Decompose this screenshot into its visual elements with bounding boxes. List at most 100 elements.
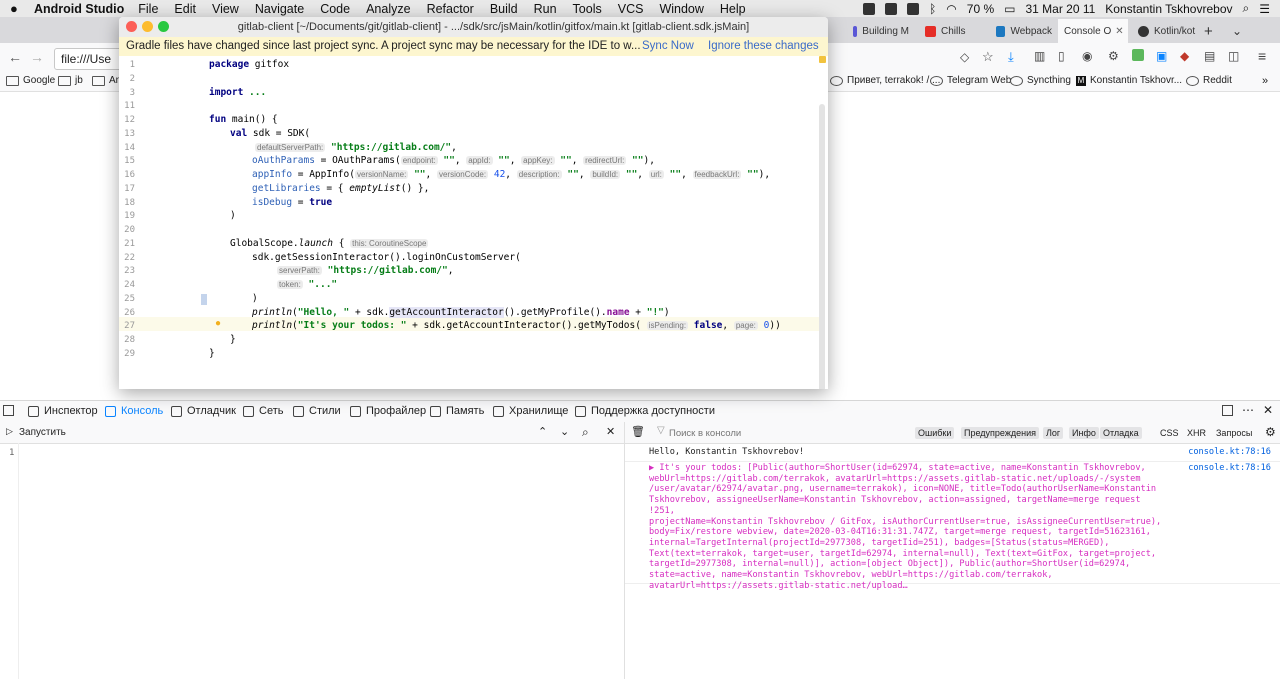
editor-scrollbar[interactable] xyxy=(819,104,825,389)
filter-xhr[interactable]: XHR xyxy=(1187,428,1206,438)
status-app-icon[interactable] xyxy=(885,2,898,15)
lightbulb-icon[interactable]: ● xyxy=(215,318,221,329)
forward-icon[interactable]: → xyxy=(30,49,44,65)
console-filter-input[interactable] xyxy=(667,425,911,441)
menu-refactor[interactable]: Refactor xyxy=(427,2,474,16)
clock[interactable]: 31 Mar 20 11 xyxy=(1025,2,1095,16)
filter-warnings[interactable]: Предупреждения xyxy=(961,427,1039,439)
tab-close-icon[interactable]: ✕ xyxy=(1115,26,1123,37)
apple-icon[interactable]: ● xyxy=(10,1,24,16)
account-icon[interactable]: ◉ xyxy=(1082,49,1092,63)
tab-console[interactable]: Console O ✕ xyxy=(1058,19,1128,43)
console-editor-input[interactable] xyxy=(19,443,624,679)
bookmark-syncthing[interactable]: Syncthing xyxy=(1010,75,1071,86)
tab-storage[interactable]: Хранилище xyxy=(493,405,568,417)
filter-info[interactable]: Инфо xyxy=(1069,427,1099,439)
bookmark-star-icon[interactable]: ☆ xyxy=(982,49,994,65)
extension-icon[interactable]: ▣ xyxy=(1156,49,1167,63)
more-options-icon[interactable]: ⋯ xyxy=(1242,403,1254,417)
user-name[interactable]: Konstantin Tskhovrebov xyxy=(1105,2,1232,16)
download-icon[interactable]: ⤓ xyxy=(1008,49,1014,65)
menu-navigate[interactable]: Navigate xyxy=(255,2,304,16)
new-tab-icon[interactable]: + xyxy=(1204,19,1224,43)
bookmark-jb[interactable]: jb xyxy=(58,75,83,86)
close-icon[interactable]: ✕ xyxy=(1263,403,1273,417)
hamburger-menu-icon[interactable]: ≡ xyxy=(1258,48,1266,64)
filter-css[interactable]: CSS xyxy=(1160,428,1179,438)
close-editor-icon[interactable]: ✕ xyxy=(606,425,615,438)
menu-run[interactable]: Run xyxy=(534,2,557,16)
tab-chills[interactable]: Chills xyxy=(917,19,981,43)
tab-network[interactable]: Сеть xyxy=(243,405,283,417)
menu-vcs[interactable]: VCS xyxy=(618,2,644,16)
wifi-icon[interactable]: ◠ xyxy=(946,2,956,16)
tab-console[interactable]: Консоль xyxy=(105,405,163,417)
filter-errors[interactable]: Ошибки xyxy=(915,427,955,439)
window-titlebar[interactable]: gitlab-client [~/Documents/git/gitlab-cl… xyxy=(119,17,828,38)
menu-analyze[interactable]: Analyze xyxy=(366,2,410,16)
run-icon[interactable]: ▷ xyxy=(6,426,13,437)
battery-text[interactable]: 70 % xyxy=(967,2,994,16)
menu-window[interactable]: Window xyxy=(659,2,703,16)
search-icon[interactable]: ⌕ xyxy=(582,425,589,440)
spotlight-icon[interactable]: ⌕ xyxy=(1243,1,1250,16)
tab-inspector[interactable]: Инспектор xyxy=(28,405,98,417)
tab-styles[interactable]: Стили xyxy=(293,405,341,417)
menu-edit[interactable]: Edit xyxy=(174,2,196,16)
code-editor[interactable]: ● 1 2 3 11 12 13 14 15 16 17 18 19 20 21… xyxy=(119,56,828,389)
menu-build[interactable]: Build xyxy=(490,2,518,16)
extension-icon[interactable]: ▤ xyxy=(1204,49,1215,63)
gear-icon[interactable]: ⚙ xyxy=(1265,425,1276,439)
extension-icon[interactable] xyxy=(1132,49,1144,61)
dock-icon[interactable] xyxy=(1222,405,1233,416)
maximize-window-icon[interactable] xyxy=(158,21,169,32)
filter-requests[interactable]: Запросы xyxy=(1216,428,1252,438)
tab-accessibility[interactable]: Поддержка доступности xyxy=(575,405,715,417)
message-source-link[interactable]: console.kt:78:16 xyxy=(1188,447,1271,458)
tab-webpack[interactable]: Webpack xyxy=(988,19,1052,43)
tab-debugger[interactable]: Отладчик xyxy=(171,405,236,417)
app-name[interactable]: Android Studio xyxy=(34,2,124,16)
sidebar-icon[interactable]: ▯ xyxy=(1058,49,1065,63)
extension-icon[interactable]: ◆ xyxy=(1180,49,1189,63)
extension-icon[interactable]: ⚙ xyxy=(1108,49,1119,63)
filter-debug[interactable]: Отладка xyxy=(1100,427,1142,439)
menu-help[interactable]: Help xyxy=(720,2,746,16)
tab-list-icon[interactable]: ⌄ xyxy=(1232,19,1252,43)
back-icon[interactable]: ← xyxy=(8,49,22,65)
ignore-changes-link[interactable]: Ignore these changes xyxy=(708,37,819,56)
chevron-up-icon[interactable]: ⌃ xyxy=(538,425,547,438)
bookmark-telegram-chat[interactable]: Привет, terrakok! / ... xyxy=(830,75,940,86)
extension-icon[interactable]: ◫ xyxy=(1228,49,1239,63)
filter-logs[interactable]: Лог xyxy=(1043,427,1064,439)
menu-view[interactable]: View xyxy=(212,2,239,16)
chevron-down-icon[interactable]: ⌄ xyxy=(560,425,569,438)
menu-file[interactable]: File xyxy=(138,2,158,16)
status-app-icon[interactable] xyxy=(907,2,920,15)
library-icon[interactable]: ▥ xyxy=(1034,49,1045,63)
menu-code[interactable]: Code xyxy=(320,2,350,16)
console-message[interactable]: ▶ It's your todos: [Public(author=ShortU… xyxy=(625,463,1280,591)
tab-profiler[interactable]: Профайлер xyxy=(350,405,426,417)
message-source-link[interactable]: console.kt:78:16 xyxy=(1188,463,1271,474)
bookmark-reddit[interactable]: Reddit xyxy=(1186,75,1232,86)
tab-building[interactable]: Building M xyxy=(845,19,909,43)
bookmarks-overflow-icon[interactable]: » xyxy=(1262,75,1268,87)
trash-icon[interactable]: 🗑 xyxy=(631,425,645,438)
battery-icon[interactable]: ▭ xyxy=(1004,2,1015,16)
sync-now-link[interactable]: Sync Now xyxy=(642,37,694,56)
console-message[interactable]: Hello, Konstantin Tskhovrebov! console.k… xyxy=(625,447,1280,462)
element-picker-icon[interactable] xyxy=(3,405,14,416)
menu-tools[interactable]: Tools xyxy=(573,2,602,16)
analysis-warning-icon[interactable] xyxy=(819,56,826,63)
tab-kotlin[interactable]: Kotlin/kot xyxy=(1130,19,1196,43)
pocket-icon[interactable]: ◇ xyxy=(960,50,969,64)
scrollbar-thumb[interactable] xyxy=(819,104,825,389)
control-center-icon[interactable]: ☰ xyxy=(1259,2,1270,16)
bookmark-medium[interactable]: M Konstantin Tskhovr... xyxy=(1076,75,1182,86)
run-button[interactable]: Запустить xyxy=(19,427,66,438)
close-window-icon[interactable] xyxy=(126,21,137,32)
bookmark-telegram-web[interactable]: Telegram Web xyxy=(930,75,1011,86)
bluetooth-icon[interactable]: ᛒ xyxy=(929,2,936,16)
minimize-window-icon[interactable] xyxy=(142,21,153,32)
